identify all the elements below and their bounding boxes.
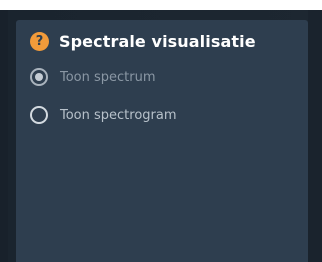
- radio-label-show-spectrogram: Toon spectrogram: [60, 107, 177, 123]
- right-edge: [308, 10, 322, 262]
- radio-label-show-spectrum: Toon spectrum: [60, 69, 156, 85]
- window-frame: ? Spectrale visualisatie Toon spectrum T…: [0, 0, 322, 262]
- spectral-visualization-panel: [16, 20, 308, 262]
- radio-option-show-spectrum[interactable]: Toon spectrum: [30, 68, 156, 86]
- radio-button-unselected[interactable]: [30, 106, 48, 124]
- help-icon[interactable]: ?: [30, 32, 49, 51]
- panel-title: Spectrale visualisatie: [59, 32, 256, 51]
- left-edge: [0, 10, 8, 262]
- top-edge: [0, 0, 322, 10]
- radio-button-selected[interactable]: [30, 68, 48, 86]
- panel-header: ? Spectrale visualisatie: [30, 32, 256, 51]
- radio-option-show-spectrogram[interactable]: Toon spectrogram: [30, 106, 177, 124]
